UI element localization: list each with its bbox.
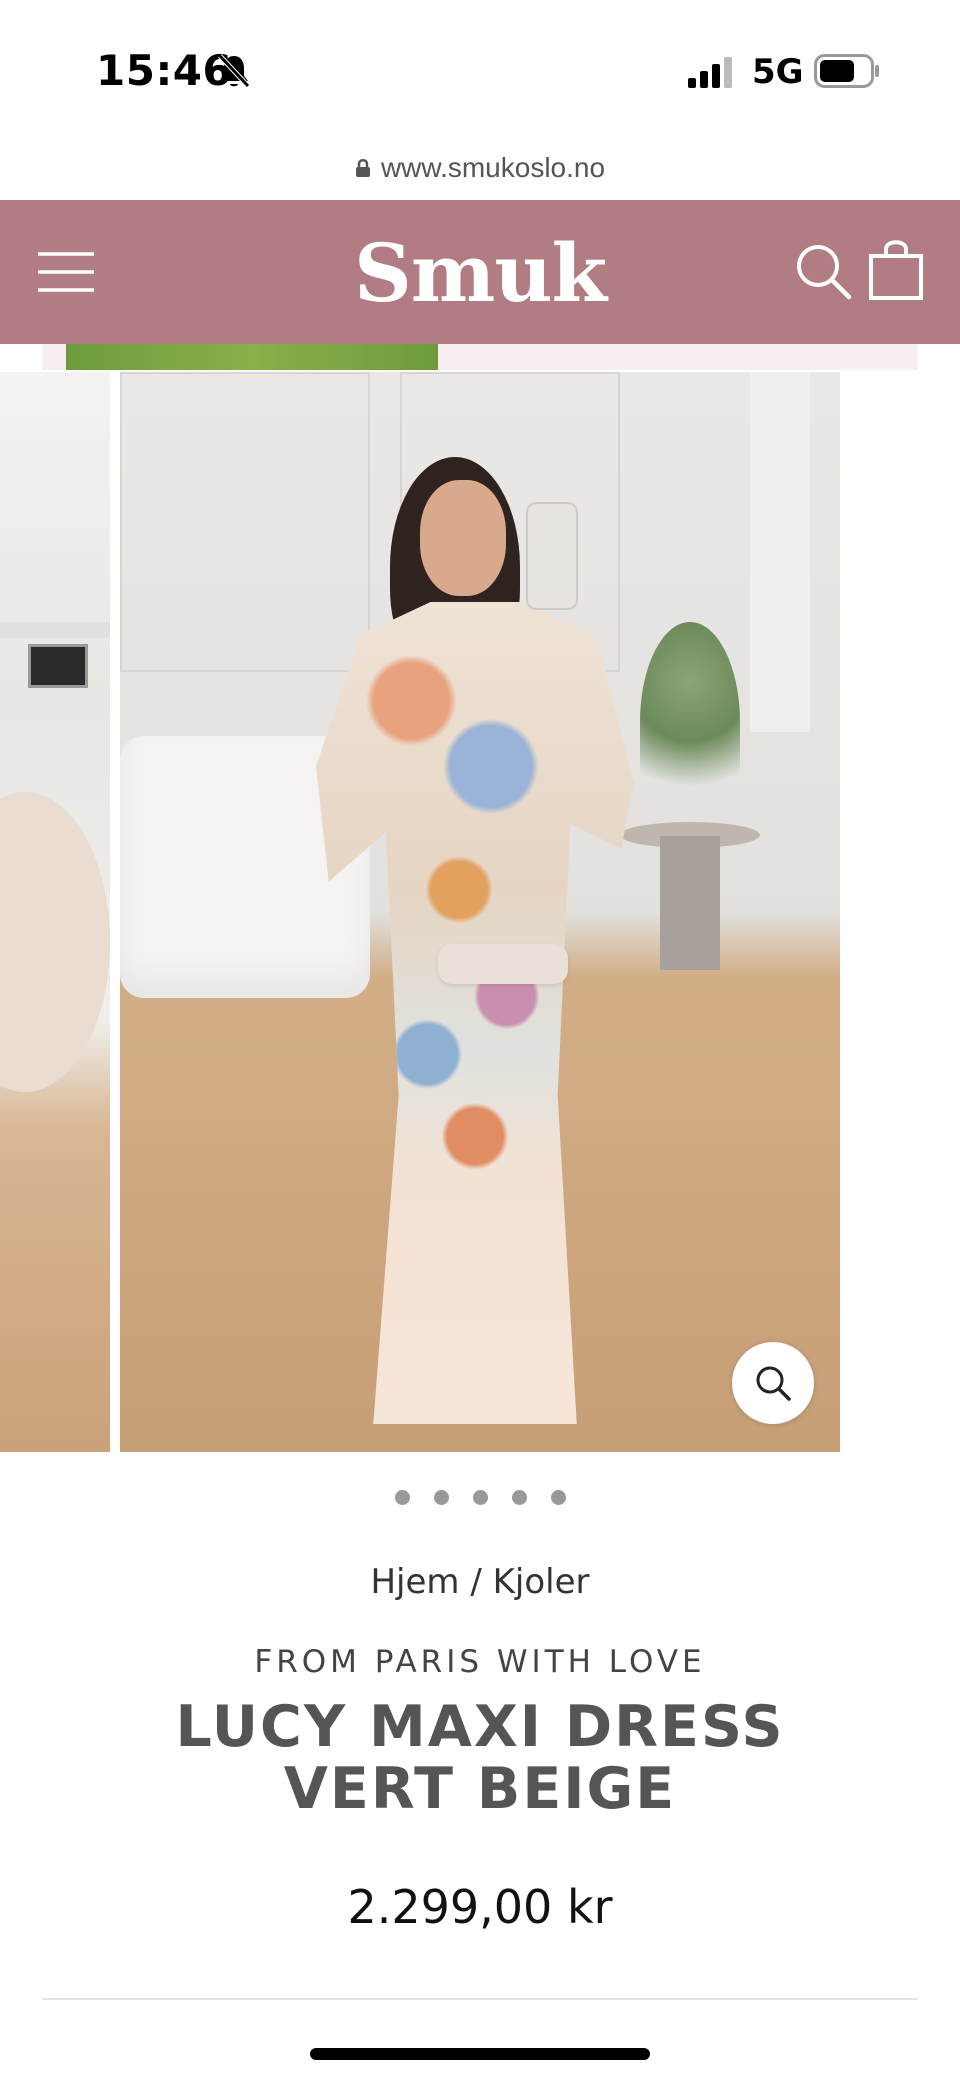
battery-icon <box>814 54 879 88</box>
product-gallery[interactable] <box>0 372 960 1452</box>
breadcrumb[interactable]: Hjem / Kjoler <box>0 1562 960 1602</box>
pagination-dot[interactable] <box>511 1490 527 1505</box>
floral-dress <box>316 602 634 1424</box>
zoom-icon <box>756 1366 791 1401</box>
sleeve-detail <box>0 792 110 1092</box>
product-brand[interactable]: FROM PARIS WITH LOVE <box>0 1644 960 1680</box>
site-header: Smuk <box>0 200 960 344</box>
search-icon[interactable] <box>794 242 852 300</box>
network-label: 5G <box>752 52 804 92</box>
url-bar[interactable]: www.smukoslo.no <box>0 148 960 188</box>
wall-panel <box>120 372 370 672</box>
kitchen-counter <box>0 622 110 638</box>
side-table <box>620 822 760 972</box>
dress-belt <box>438 944 568 984</box>
status-time: 15:46 <box>96 46 233 95</box>
pagination-dot[interactable] <box>472 1490 488 1505</box>
model-face <box>420 480 506 596</box>
product-price: 2.299,00 kr <box>347 1880 613 1934</box>
thumbnail-strip <box>42 344 918 370</box>
signal-icon <box>688 57 732 88</box>
pagination-dot[interactable] <box>433 1490 449 1505</box>
home-indicator[interactable] <box>310 2048 650 2060</box>
status-bar: 15:46 5G <box>0 0 960 140</box>
pagination-dot[interactable] <box>394 1490 410 1505</box>
pagination-dot[interactable] <box>550 1490 566 1505</box>
pillar <box>750 372 810 732</box>
plant <box>640 622 740 822</box>
divider <box>42 1998 918 2000</box>
gallery-slide-previous[interactable] <box>0 372 110 1452</box>
bell-off-icon <box>218 54 250 88</box>
url-text: www.smukoslo.no <box>380 152 606 183</box>
product-title: LUCY MAXI DRESS VERT BEIGE <box>175 1694 785 1822</box>
gallery-slide-current[interactable] <box>120 372 840 1452</box>
oven <box>28 644 88 688</box>
lock-icon <box>355 159 370 177</box>
bag-icon[interactable] <box>868 240 924 300</box>
gallery-pagination <box>0 1490 960 1510</box>
thumbnail-image[interactable] <box>66 344 438 370</box>
phone <box>526 502 578 610</box>
zoom-button[interactable] <box>732 1342 814 1424</box>
